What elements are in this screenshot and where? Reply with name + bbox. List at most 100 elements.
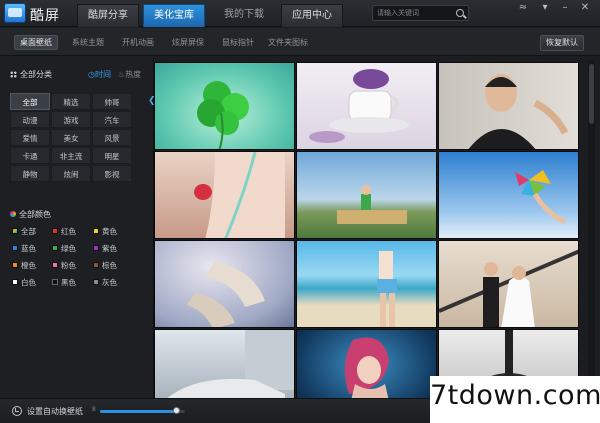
color-brown[interactable]: 棕色 [93,261,117,271]
category-cartoon[interactable]: 卡通 [10,147,50,164]
category-beauty[interactable]: 美女 [51,129,91,146]
color-pink[interactable]: 粉色 [52,261,76,271]
tab-beautify[interactable]: 美化宝库 [143,4,205,27]
shoes-image [187,261,265,327]
color-label: 橙色 [21,261,36,270]
wallpaper-gallery [154,62,585,398]
subtab-wallpaper[interactable]: 桌面壁纸 [14,35,58,50]
wallpaper-thumb-beach[interactable] [296,240,437,328]
swatch-white [12,279,18,285]
color-label: 紫色 [102,244,117,253]
color-blue[interactable]: 蓝色 [12,244,36,254]
teacup-image [309,69,409,143]
category-game[interactable]: 游戏 [51,111,91,128]
wallpaper-thumb-anime-girl[interactable] [296,329,437,398]
swatch-all [12,228,18,234]
wedding-image [439,249,578,327]
auto-wallpaper-label[interactable]: 设置自动换壁纸 [27,406,83,417]
category-cool[interactable]: 炫闹 [51,165,91,182]
wallpaper-thumb-wedding[interactable] [438,240,579,328]
scrollbar-thumb[interactable] [589,64,594,124]
wallpaper-thumb-girl-cherry[interactable] [154,151,295,239]
color-label: 白色 [21,278,36,287]
tab-downloads[interactable]: 我的下载 [213,4,275,27]
clock-icon: ◷ [88,70,95,79]
color-label: 红色 [61,227,76,236]
category-love[interactable]: 爱情 [10,129,50,146]
category-star[interactable]: 明星 [92,147,132,164]
tab-app-center[interactable]: 应用中心 [281,4,343,27]
color-label: 黑色 [61,278,76,287]
wallpaper-thumb-car[interactable] [154,329,295,398]
color-all[interactable]: 全部 [12,227,36,237]
watermark-text: 7tdown.com [430,380,600,411]
category-alternative[interactable]: 非主流 [51,147,91,164]
category-scenery[interactable]: 风景 [92,129,132,146]
wallpaper-thumb-man[interactable] [438,62,579,150]
slider-handle[interactable] [172,407,180,414]
swatch-blue [12,245,18,251]
sort-hot-label: 热度 [125,70,142,79]
wifi-icon[interactable]: ≈ [514,2,532,14]
color-gray[interactable]: 灰色 [93,278,117,288]
category-anime[interactable]: 动漫 [10,111,50,128]
category-featured[interactable]: 精选 [51,93,91,110]
clock-icon[interactable] [12,406,22,416]
title-bar: 酷屏 酷屏分享 美化宝库 我的下载 应用中心 请输入关键词 ≈ ▾ – ✕ [0,0,600,27]
color-purple[interactable]: 紫色 [93,244,117,254]
site-watermark: 7tdown.com [430,376,600,423]
wallpaper-thumb-teacup[interactable] [296,62,437,150]
category-handsome[interactable]: 帅哥 [92,93,132,110]
subtab-boot-animation[interactable]: 开机动画 [122,36,154,50]
minimize-icon[interactable]: – [556,2,574,14]
search-box[interactable]: 请输入关键词 [372,5,469,21]
search-icon[interactable] [456,9,464,17]
swatch-gray [93,279,99,285]
tab-share[interactable]: 酷屏分享 [77,4,139,27]
color-label: 黄色 [102,227,117,236]
color-label: 绿色 [61,244,76,253]
sort-by-hot[interactable]: ♨热度 [118,69,141,80]
all-categories-label: 全部分类 [20,70,52,79]
sidebar: 全部分类 ◷时间 ♨热度 全部 精选 帅哥 动漫 游戏 汽车 爱情 美女 风景 … [0,57,156,398]
subtab-system-theme[interactable]: 系统主题 [72,36,104,50]
category-film[interactable]: 影视 [92,165,132,182]
windmill-image [515,170,567,225]
menu-icon[interactable]: ▾ [536,2,554,14]
swatch-red [52,228,58,234]
wallpaper-thumb-clover[interactable] [154,62,295,150]
interval-slider[interactable] [100,407,185,414]
color-green[interactable]: 绿色 [52,244,76,254]
wallpaper-thumb-windmill[interactable] [438,151,579,239]
grid-icon [10,71,17,78]
restore-default-button[interactable]: 恢复默认 [540,35,584,51]
wallpaper-thumb-field[interactable] [296,151,437,239]
search-input[interactable]: 请输入关键词 [377,8,419,18]
slider-fill [100,410,177,413]
color-yellow[interactable]: 黄色 [93,227,117,237]
color-white[interactable]: 白色 [12,278,36,288]
anime-girl-image [344,337,389,398]
all-colors-heading: 全部颜色 [10,209,51,220]
car-image [167,330,294,398]
field-image [337,185,407,224]
sort-by-time[interactable]: ◷时间 [88,69,111,80]
subtab-mouse-pointer[interactable]: 鼠标指针 [222,36,254,50]
color-label: 粉色 [61,261,76,270]
color-black[interactable]: 黑色 [52,278,76,288]
color-label: 蓝色 [21,244,36,253]
color-red[interactable]: 红色 [52,227,76,237]
swatch-green [52,245,58,251]
category-all[interactable]: 全部 [10,93,50,110]
close-icon[interactable]: ✕ [576,2,594,14]
category-car[interactable]: 汽车 [92,111,132,128]
subtab-folder-icon[interactable]: 文件夹图标 [268,36,308,50]
subtab-screensaver[interactable]: 炫屏屏保 [172,36,204,50]
color-orange[interactable]: 橙色 [12,261,36,271]
wallpaper-thumb-shoes[interactable] [154,240,295,328]
category-still-life[interactable]: 静物 [10,165,50,182]
swatch-orange [12,262,18,268]
slider-min-label: 8 [92,406,96,413]
gallery-scrollbar[interactable] [588,60,595,398]
color-label: 棕色 [102,261,117,270]
